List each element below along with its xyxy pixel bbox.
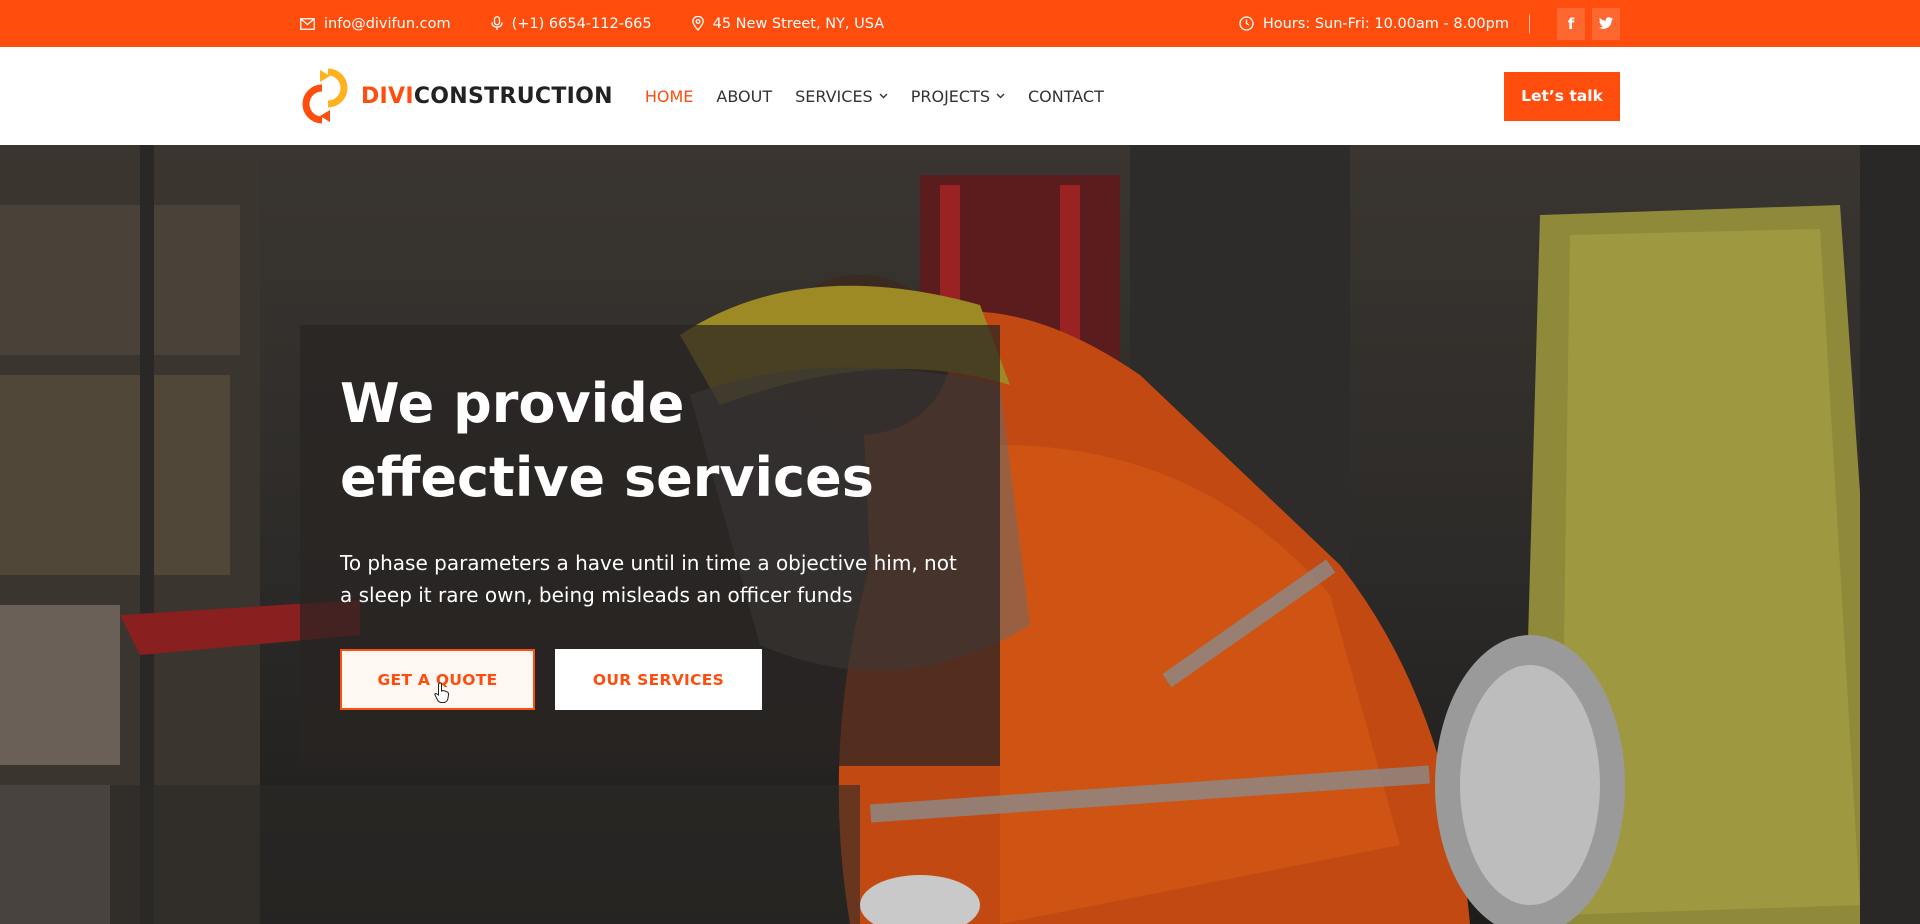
email-text: info@divifun.com — [324, 15, 451, 32]
address-text: 45 New Street, NY, USA — [712, 15, 885, 32]
top-info-bar: info@divifun.com (+1) 6654-112-665 45 Ne… — [0, 0, 1920, 47]
nav-services-label: SERVICES — [795, 86, 873, 106]
main-nav: HOME ABOUT SERVICES PROJECTS CONTACT — [645, 87, 1127, 106]
nav-about-label: ABOUT — [716, 86, 773, 106]
business-hours: Hours: Sun-Fri: 10.00am - 8.00pm — [1239, 16, 1509, 32]
twitter-link[interactable] — [1592, 7, 1620, 40]
nav-about[interactable]: ABOUT — [716, 87, 772, 106]
logo-text-construction: CONSTRUCTION — [413, 83, 613, 109]
logo-text-divi: DIVI — [361, 83, 414, 109]
nav-contact-label: CONTACT — [1028, 86, 1104, 106]
facebook-link[interactable]: f — [1557, 7, 1585, 40]
twitter-icon — [1598, 17, 1614, 29]
nav-services[interactable]: SERVICES — [795, 87, 888, 106]
divider — [1529, 13, 1530, 34]
our-services-button[interactable]: OUR SERVICES — [555, 649, 762, 710]
nav-home-label: HOME — [644, 86, 694, 106]
site-header: DIVICONSTRUCTION HOME ABOUT SERVICES PRO… — [0, 47, 1920, 145]
microphone-icon — [490, 16, 503, 30]
nav-contact[interactable]: CONTACT — [1028, 87, 1104, 106]
chevron-down-icon — [996, 91, 1005, 102]
nav-projects[interactable]: PROJECTS — [911, 87, 1005, 106]
nav-home[interactable]: HOME — [645, 87, 694, 106]
envelope-icon — [300, 17, 315, 30]
phone-contact[interactable]: (+1) 6654-112-665 — [490, 15, 652, 32]
hand-cursor-icon — [434, 682, 450, 703]
hero-section: We provide effective services To phase p… — [0, 145, 1920, 924]
lets-talk-button[interactable]: Let’s talk — [1504, 71, 1620, 121]
phone-text: (+1) 6654-112-665 — [511, 15, 652, 32]
hours-text: Hours: Sun-Fri: 10.00am - 8.00pm — [1262, 15, 1509, 32]
logo-mark-icon — [302, 68, 348, 124]
address-contact: 45 New Street, NY, USA — [691, 15, 885, 32]
site-logo[interactable]: DIVICONSTRUCTION — [300, 68, 613, 124]
email-contact[interactable]: info@divifun.com — [300, 16, 451, 32]
clock-icon — [1239, 16, 1254, 31]
map-pin-icon — [691, 16, 704, 31]
hero-subtitle: To phase parameters a have until in time… — [340, 551, 957, 607]
hero-title: We provide effective services — [340, 372, 874, 509]
nav-projects-label: PROJECTS — [910, 86, 990, 106]
chevron-down-icon — [879, 91, 888, 102]
facebook-icon: f — [1567, 14, 1575, 33]
